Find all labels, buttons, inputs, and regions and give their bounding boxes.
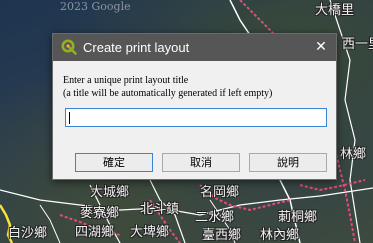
map-label: 大埤鄉 <box>130 225 170 240</box>
map-label: 名岡鄉 <box>200 185 240 200</box>
dialog-title: Create print layout <box>83 40 190 55</box>
prompt-line-1: Enter a unique print layout title <box>63 75 189 86</box>
qgis-logo-icon <box>61 39 77 55</box>
map-label: 大橋里 <box>315 3 355 18</box>
dialog-titlebar[interactable]: Create print layout ✕ <box>53 34 336 61</box>
map-label: 林內鄉 <box>260 228 300 243</box>
prompt-line-2: (a title will be automatically generated… <box>63 88 273 99</box>
map-label: 林鄉 <box>340 147 367 162</box>
map-label: 麥寮鄉 <box>80 206 120 221</box>
text-caret <box>69 112 70 124</box>
map-label: 臺西鄉 <box>202 228 242 243</box>
create-print-layout-dialog: Create print layout ✕ Enter a unique pri… <box>52 33 337 180</box>
help-button[interactable]: 說明 <box>249 153 327 172</box>
map-label: 莿桐鄉 <box>278 210 318 225</box>
map-label: 西一里 <box>342 37 373 52</box>
layout-title-input[interactable] <box>65 108 327 127</box>
map-label: 四湖鄉 <box>75 225 115 240</box>
close-icon[interactable]: ✕ <box>312 38 330 56</box>
map-label: 二水鄉 <box>195 210 235 225</box>
dialog-prompt: Enter a unique print layout title (a tit… <box>63 74 272 100</box>
map-label: 白沙鄉 <box>8 226 48 241</box>
map-label: 大城鄉 <box>90 185 130 200</box>
cancel-button[interactable]: 取消 <box>162 153 240 172</box>
map-watermark: 2023 Google <box>60 0 131 13</box>
ok-button[interactable]: 確定 <box>75 153 153 172</box>
map-label: 北斗鎮 <box>140 202 180 217</box>
